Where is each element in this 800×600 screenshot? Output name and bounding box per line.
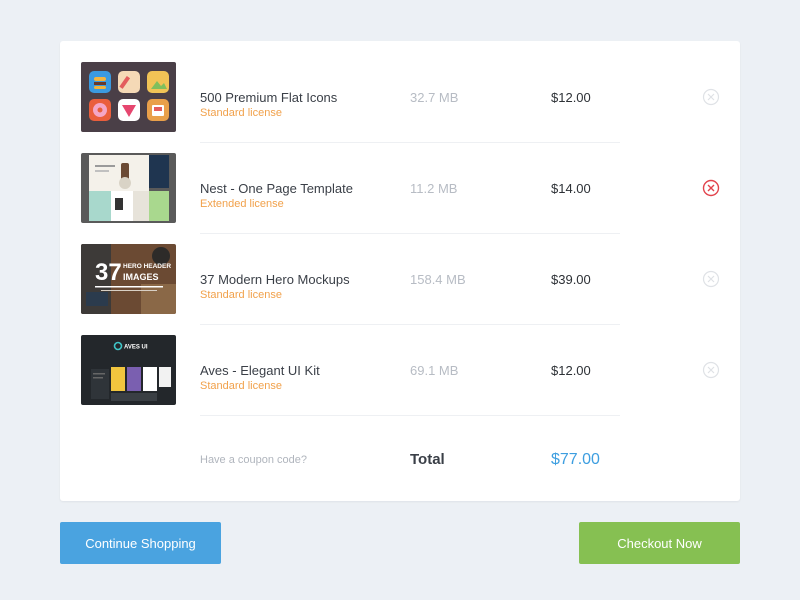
item-license: Standard license (200, 289, 282, 301)
continue-shopping-button[interactable]: Continue Shopping (60, 522, 221, 564)
remove-button[interactable] (702, 179, 720, 197)
remove-button[interactable] (702, 361, 720, 379)
cart-item: 37 HERO HEADER IMAGES 37 Modern Hero Moc… (60, 223, 740, 325)
coupon-link[interactable]: Have a coupon code? (200, 454, 307, 466)
aves-logo-text: AVES UI (124, 345, 148, 351)
cart-item: 500 Premium Flat Icons Standard license … (60, 41, 740, 143)
flat-icons-thumbnail (81, 62, 176, 132)
item-size: 69.1 MB (410, 363, 459, 378)
total-value: $77.00 (551, 451, 600, 468)
remove-button[interactable] (702, 270, 720, 288)
item-size: 11.2 MB (410, 181, 458, 196)
ui-kit-thumbnail: AVES UI (81, 335, 176, 405)
item-license: Extended license (200, 198, 284, 210)
cart-item: Nest - One Page Template Extended licens… (60, 132, 740, 234)
hero-number: 37 (95, 259, 122, 286)
close-icon (702, 179, 720, 197)
template-thumbnail (81, 153, 176, 223)
remove-button[interactable] (702, 88, 720, 106)
close-icon (702, 361, 720, 379)
item-name: Aves - Elegant UI Kit (200, 363, 320, 378)
item-price: $14.00 (551, 181, 591, 196)
item-name: 500 Premium Flat Icons (200, 90, 338, 105)
cart-panel: 500 Premium Flat Icons Standard license … (60, 41, 740, 501)
close-icon (702, 88, 720, 106)
checkout-button[interactable]: Checkout Now (579, 522, 740, 564)
item-name: 37 Modern Hero Mockups (200, 272, 350, 287)
item-license: Standard license (200, 380, 282, 392)
total-label: Total (410, 451, 445, 468)
item-size: 32.7 MB (410, 90, 459, 105)
row-divider (200, 415, 620, 416)
cart-item: AVES UI Aves - Elegant UI Kit Standard l… (60, 314, 740, 416)
hero-caption: IMAGES (123, 272, 159, 282)
cart-summary: Have a coupon code? Total $77.00 (60, 446, 740, 476)
hero-caption: HERO HEADER (123, 263, 171, 270)
item-price: $39.00 (551, 272, 591, 287)
item-price: $12.00 (551, 90, 591, 105)
item-name: Nest - One Page Template (200, 181, 353, 196)
item-size: 158.4 MB (410, 272, 466, 287)
item-license: Standard license (200, 107, 282, 119)
hero-mockups-thumbnail: 37 HERO HEADER IMAGES (81, 244, 176, 314)
item-price: $12.00 (551, 363, 591, 378)
close-icon (702, 270, 720, 288)
